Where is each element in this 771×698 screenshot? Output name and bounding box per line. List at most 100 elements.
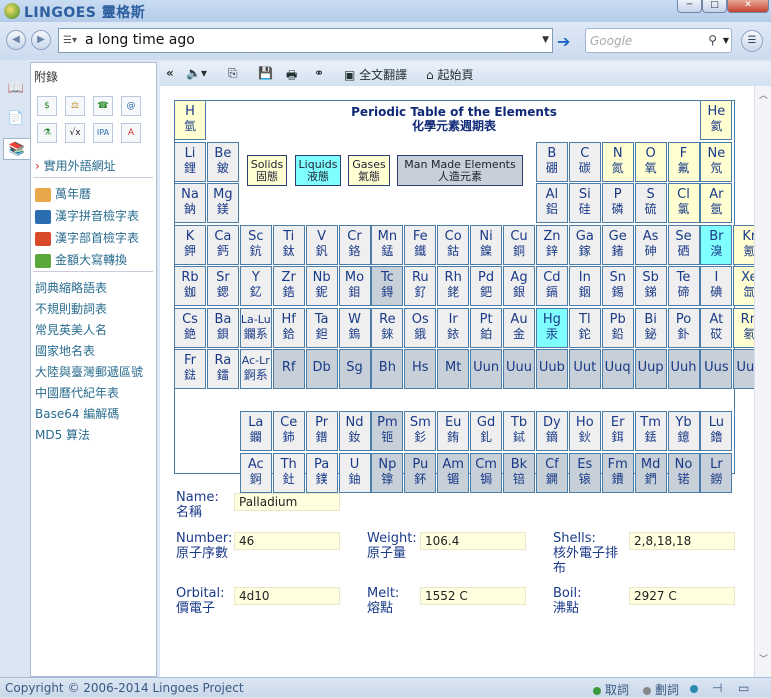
element-cell-lr[interactable]: Lr 鐒: [700, 452, 733, 493]
sidebar-item-irregular-verbs[interactable]: 不規則動詞表: [35, 300, 107, 317]
element-cell-pt[interactable]: Pt 鉑: [470, 307, 503, 348]
element-cell-hg[interactable]: Hg 汞: [535, 307, 568, 348]
sidebar-item-names[interactable]: 常見英美人名: [35, 321, 107, 338]
element-cell-ar[interactable]: Ar 氬: [700, 183, 733, 223]
element-cell-n[interactable]: N氮: [601, 141, 634, 182]
sidebar-item-place-names[interactable]: 國家地名表: [35, 342, 95, 359]
element-cell-er[interactable]: Er 鉺: [601, 411, 634, 452]
element-cell-zr[interactable]: Zr 鋯: [272, 266, 305, 306]
element-cell-pu[interactable]: Pu 鈈: [404, 452, 437, 493]
element-cell-br[interactable]: Br 溴: [700, 224, 733, 265]
element-cell-pd[interactable]: Pd 鈀: [470, 266, 503, 306]
scroll-up-icon[interactable]: ︿: [759, 88, 768, 101]
element-cell-sg[interactable]: Sg: [338, 349, 371, 389]
element-cell-uuu[interactable]: Uuu: [503, 349, 535, 389]
element-cell-ti[interactable]: Ti 鈦: [272, 224, 305, 265]
element-cell-fm[interactable]: Fm 鐨: [601, 452, 634, 493]
element-cell-mg[interactable]: Mg 鎂: [206, 183, 239, 223]
home-button[interactable]: ⌂ 起始頁: [426, 66, 473, 83]
periodic-table-flask-icon[interactable]: ⚗: [37, 123, 57, 143]
element-cell-si[interactable]: Si 硅: [568, 183, 601, 223]
element-cell-sb[interactable]: Sb 銻: [634, 266, 667, 306]
sidebar-item-postal-codes[interactable]: 大陸與臺灣郵遞區號: [35, 363, 143, 380]
element-cell-eu[interactable]: Eu 銪: [437, 411, 470, 452]
search-input[interactable]: Google ⚲ ▼: [585, 28, 732, 53]
orbital-field[interactable]: 4d10: [234, 587, 340, 605]
element-cell-li[interactable]: Li 鋰: [174, 141, 206, 182]
copy-icon[interactable]: ⎘: [228, 66, 238, 81]
element-cell-rh[interactable]: Rh 銠: [437, 266, 470, 306]
element-cell-db[interactable]: Db: [305, 349, 338, 389]
element-cell-at[interactable]: At 砹: [700, 307, 733, 348]
element-cell-sr[interactable]: Sr 鍶: [206, 266, 239, 306]
number-field[interactable]: 46: [234, 532, 340, 550]
element-cell-hs[interactable]: Hs: [404, 349, 437, 389]
back-button[interactable]: ◀: [6, 30, 26, 50]
translate-all-label[interactable]: 全文翻譯: [359, 68, 407, 82]
element-cell-ce[interactable]: Ce 鈰: [272, 411, 305, 452]
collapse-sidebar-button[interactable]: «: [166, 66, 174, 80]
element-cell-hf[interactable]: Hf 鉿: [272, 307, 305, 348]
element-cell-ga[interactable]: Ga 鎵: [568, 224, 601, 265]
notes-tab-icon[interactable]: 📄: [5, 108, 27, 130]
boil-field[interactable]: 2927 C: [629, 587, 735, 605]
element-cell-c[interactable]: C碳: [568, 141, 601, 182]
element-cell-bi[interactable]: Bi 鉍: [634, 307, 667, 348]
internet-icon[interactable]: @: [121, 96, 141, 116]
element-cell-am[interactable]: Am 镅: [437, 452, 470, 493]
scroll-down-icon[interactable]: ﹀: [759, 652, 768, 665]
element-cell-cs[interactable]: Cs 銫: [174, 307, 206, 348]
sidebar-item-label[interactable]: 萬年曆: [55, 187, 91, 201]
element-cell-sc[interactable]: Sc 鈧: [239, 224, 272, 265]
element-cell-tb[interactable]: Tb 鋱: [503, 411, 535, 452]
element-cell-th[interactable]: Th 釷: [272, 452, 305, 493]
pick-word-toggle[interactable]: 取詞: [593, 681, 629, 698]
element-cell-b[interactable]: B硼: [535, 141, 568, 182]
element-cell-uuq[interactable]: Uuq: [601, 349, 634, 389]
element-cell-ge[interactable]: Ge 鍺: [601, 224, 634, 265]
element-cell-u[interactable]: U鈾: [338, 452, 371, 493]
vertical-scrollbar[interactable]: ︿ ﹀: [754, 86, 771, 677]
element-cell-pa[interactable]: Pa 鏷: [305, 452, 338, 493]
status-dot-icon[interactable]: [690, 681, 702, 695]
element-cell-dy[interactable]: Dy 鏑: [535, 411, 568, 452]
element-cell-nd[interactable]: Nd 釹: [338, 411, 371, 452]
element-cell-ac[interactable]: Ac 錒: [239, 452, 272, 493]
search-icon[interactable]: ⚲: [708, 33, 717, 47]
element-cell-as[interactable]: As 砷: [634, 224, 667, 265]
element-cell-mn[interactable]: Mn 錳: [371, 224, 404, 265]
minimize-button[interactable]: ─: [677, 0, 702, 13]
element-cell-v[interactable]: V釩: [305, 224, 338, 265]
monitor-icon[interactable]: ▭: [738, 681, 749, 695]
element-cell-p[interactable]: P磷: [601, 183, 634, 223]
element-cell-au[interactable]: Au 金: [503, 307, 535, 348]
forward-button[interactable]: ▶: [31, 30, 51, 50]
element-cell-yb[interactable]: Yb 鐿: [667, 411, 700, 452]
element-cell-cl[interactable]: Cl 氯: [667, 183, 700, 223]
maximize-button[interactable]: □: [702, 0, 727, 13]
element-cell-zn[interactable]: Zn 鋅: [535, 224, 568, 265]
dictionary-tab-book-icon[interactable]: 📖: [5, 78, 27, 100]
math-formula-icon[interactable]: √x: [65, 123, 85, 143]
element-cell-pm[interactable]: Pm 钷: [371, 411, 404, 452]
element-cell-be[interactable]: Be 鈹: [206, 141, 239, 182]
element-cell-no[interactable]: No 锘: [667, 452, 700, 493]
element-cell-po[interactable]: Po 釙: [667, 307, 700, 348]
chevron-down-icon[interactable]: ▼: [542, 35, 549, 45]
sidebar-item-label[interactable]: 漢字部首檢字表: [55, 231, 139, 245]
element-cell-bk[interactable]: Bk 锫: [503, 452, 535, 493]
select-word-label[interactable]: 劃詞: [655, 683, 679, 697]
element-cell-lu[interactable]: Lu 鑥: [700, 411, 733, 452]
element-cell-al[interactable]: Al 鋁: [535, 183, 568, 223]
element-cell-se[interactable]: Se 硒: [667, 224, 700, 265]
element-cell-uun[interactable]: Uun: [470, 349, 503, 389]
element-cell-bh[interactable]: Bh: [371, 349, 404, 389]
sidebar-item-label[interactable]: 漢字拼音檢字表: [55, 209, 139, 223]
element-cell-mt[interactable]: Mt: [437, 349, 470, 389]
element-cell-co[interactable]: Co 鈷: [437, 224, 470, 265]
ipa-icon[interactable]: IPA: [93, 123, 113, 143]
unit-converter-icon[interactable]: ⚖: [65, 96, 85, 116]
element-cell-i[interactable]: I碘: [700, 266, 733, 306]
translate-all-button[interactable]: ▣ 全文翻譯: [344, 66, 407, 83]
element-cell-uup[interactable]: Uup: [634, 349, 667, 389]
